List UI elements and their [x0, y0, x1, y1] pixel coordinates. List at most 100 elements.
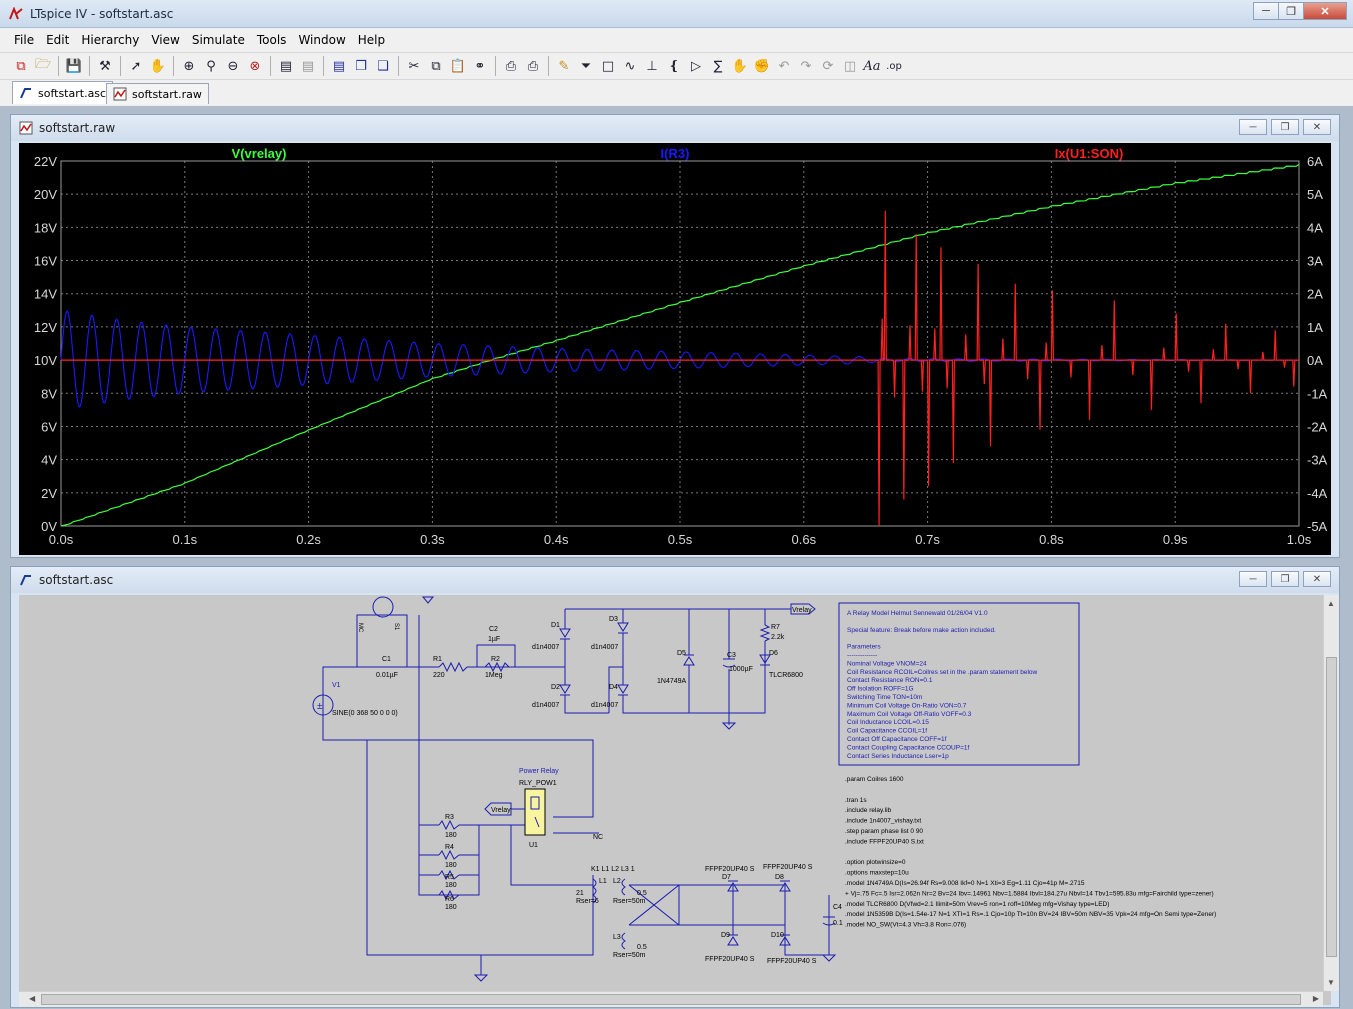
scroll-up-icon[interactable]: ▲	[1327, 599, 1335, 608]
mirror-button[interactable]: ◫	[839, 55, 861, 77]
run-button[interactable]: ➚	[125, 55, 147, 77]
spice-directive-line[interactable]: .step param phase list 0 90	[845, 828, 923, 835]
d2-value: d1n4007	[532, 702, 559, 709]
zoom-out-button[interactable]: ⊖	[222, 55, 244, 77]
resistor-r1[interactable]	[438, 661, 468, 673]
spice-directive-line[interactable]: + Vj=.75 Fc=.5 Isr=2.062n Nr=2 Bv=24 Ibv…	[845, 890, 1214, 897]
pan-button[interactable]: ⚲	[200, 55, 222, 77]
menu-view[interactable]: View	[145, 33, 185, 47]
undo-button[interactable]: ↶	[773, 55, 795, 77]
open-button[interactable]: 🗁	[32, 55, 54, 77]
schematic-close-button[interactable]: ✕	[1303, 571, 1331, 587]
minimize-button[interactable]: ─	[1253, 2, 1279, 20]
menu-window[interactable]: Window	[292, 33, 351, 47]
print-button[interactable]: ⎙	[522, 55, 544, 77]
waveform-chart[interactable]: 0.0s 0.1s 0.2s 0.3s 0.4s 0.5s 0.6s 0.7s 0.8s 0.9s…	[19, 143, 1331, 555]
draw-wire-button[interactable]: ✎	[553, 55, 575, 77]
autorange-button[interactable]: ▤	[275, 55, 297, 77]
menu-file[interactable]: File	[8, 33, 40, 47]
inductor-l2[interactable]	[621, 878, 626, 896]
spice-directive-line[interactable]: .option plotwinsize=0	[845, 859, 906, 866]
find-button[interactable]: ⚭	[469, 55, 491, 77]
schematic-minimize-button[interactable]: ─	[1239, 571, 1267, 587]
schematic-vertical-scrollbar[interactable]: ▲ ▼	[1323, 595, 1339, 991]
text-button[interactable]: Aa	[861, 55, 883, 77]
redo-button[interactable]: ↷	[795, 55, 817, 77]
schematic-drawing[interactable]: ± V1 SINE(0 368 50 0 0 0) MC S1 C1 0.01µ…	[19, 595, 1331, 1005]
scroll-down-icon[interactable]: ▼	[1327, 978, 1335, 987]
menu-tools[interactable]: Tools	[251, 33, 293, 47]
component-button[interactable]: ∑	[707, 55, 729, 77]
scroll-right-icon[interactable]: ▶	[1313, 994, 1319, 1003]
print-setup-button[interactable]: ⎙	[500, 55, 522, 77]
capacitor-button[interactable]: ⊥	[641, 55, 663, 77]
cascade-button[interactable]: ❐	[350, 55, 372, 77]
resistor-r7[interactable]	[759, 624, 771, 642]
spice-directive-line[interactable]: .include FFPF20UP40 S.txt	[845, 838, 924, 845]
spice-directive-line[interactable]: .options maxstep=10u	[845, 870, 909, 877]
save-button[interactable]: 💾	[63, 55, 85, 77]
window-titlebar[interactable]: LTspice IV - softstart.asc ─ ❐ ✕	[0, 0, 1353, 28]
inductor-button[interactable]: ❴	[663, 55, 685, 77]
tab-softstart-asc[interactable]: softstart.asc	[12, 81, 114, 104]
power-relay-u1[interactable]	[524, 788, 546, 836]
spice-directive-line[interactable]: .include 1n4007_vishay.txt	[845, 818, 921, 825]
waveform-close-button[interactable]: ✕	[1303, 119, 1331, 135]
menu-hierarchy[interactable]: Hierarchy	[75, 33, 145, 47]
waveform-plot[interactable]: 0.0s 0.1s 0.2s 0.3s 0.4s 0.5s 0.6s 0.7s 0.8s 0.9s…	[19, 143, 1331, 555]
binoculars-icon: ⚭	[474, 58, 486, 74]
horizontal-scroll-thumb[interactable]	[41, 994, 1301, 1005]
tab-softstart-raw[interactable]: softstart.raw	[106, 83, 209, 104]
inductor-l3[interactable]	[621, 932, 626, 950]
label-net-button[interactable]: □	[597, 55, 619, 77]
menu-help[interactable]: Help	[352, 33, 391, 47]
zoom-fit-button[interactable]: ⊗	[244, 55, 266, 77]
spice-directive-line[interactable]: .include relay.lib	[845, 807, 892, 814]
y-left-tick-label: 8V	[41, 386, 57, 401]
tile-horizontal-button[interactable]: ▤	[328, 55, 350, 77]
spice-directive-line[interactable]: .param Coilres 1600	[845, 776, 904, 783]
spice-directive-line[interactable]: .model 1N5359B D(Is=1.54e-17 N=1 XTI=1 R…	[845, 911, 1216, 918]
meter-mc[interactable]	[372, 596, 394, 618]
trace-label-ir3[interactable]: I(R3)	[661, 146, 690, 161]
vertical-scroll-thumb[interactable]	[1326, 657, 1337, 957]
waveform-restore-button[interactable]: ❐	[1271, 119, 1299, 135]
halt-button[interactable]: ✋	[147, 55, 169, 77]
schematic-restore-button[interactable]: ❐	[1271, 571, 1299, 587]
plot-settings-button[interactable]: ▤	[297, 55, 319, 77]
waveform-window-titlebar[interactable]: softstart.raw ─ ❐ ✕	[11, 115, 1339, 141]
scroll-left-icon[interactable]: ◀	[29, 994, 35, 1003]
cut-button[interactable]: ✂	[403, 55, 425, 77]
schematic-canvas[interactable]: ± V1 SINE(0 368 50 0 0 0) MC S1 C1 0.01µ…	[19, 595, 1331, 1005]
spice-directive-line[interactable]: .model TLCR6800 D(Vfwd=2.1 Ilimit=50m Vr…	[845, 901, 1109, 908]
new-schematic-button[interactable]: ⧉	[10, 55, 32, 77]
schematic-window-titlebar[interactable]: softstart.asc ─ ❐ ✕	[11, 567, 1339, 593]
waveform-minimize-button[interactable]: ─	[1239, 119, 1267, 135]
trace-label-vrelay[interactable]: V(vrelay)	[232, 146, 287, 161]
v1-label: V1	[332, 682, 341, 689]
y-right-tick-label: 0A	[1307, 353, 1323, 368]
move-button[interactable]: ✋	[729, 55, 751, 77]
menu-simulate[interactable]: Simulate	[186, 33, 251, 47]
spice-directive-line[interactable]: .model NO_SW(Vt=4.3 Vh=3.8 Ron=.076)	[845, 922, 966, 929]
diode-button[interactable]: ▷	[685, 55, 707, 77]
drag-hand-icon: ✊	[753, 58, 771, 74]
control-panel-button[interactable]: ⚒	[94, 55, 116, 77]
zoom-in-button[interactable]: ⊕	[178, 55, 200, 77]
drag-button[interactable]: ✊	[751, 55, 773, 77]
schematic-horizontal-scrollbar[interactable]: ◀ ▶	[19, 991, 1323, 1007]
paste-button[interactable]: 📋	[447, 55, 469, 77]
restore-button[interactable]: ❐	[1278, 2, 1304, 20]
trace-label-ix-u1-son[interactable]: Ix(U1:SON)	[1055, 146, 1124, 161]
spice-directive-line[interactable]: .tran 1s	[845, 797, 867, 804]
ground-button[interactable]: ⏷	[575, 55, 597, 77]
copy-button[interactable]: ⧉	[425, 55, 447, 77]
spice-directive-button[interactable]: .op	[883, 55, 905, 77]
close-button[interactable]: ✕	[1303, 2, 1347, 20]
menu-edit[interactable]: Edit	[40, 33, 75, 47]
spice-directive-line[interactable]: .model 1N4749A D(Is=26.94f Rs=9.008 Ikf=…	[845, 880, 1085, 887]
rotate-button[interactable]: ⟳	[817, 55, 839, 77]
resistor-button[interactable]: ∿	[619, 55, 641, 77]
u1-label: U1	[529, 842, 538, 849]
tile-vertical-button[interactable]: ❑	[372, 55, 394, 77]
